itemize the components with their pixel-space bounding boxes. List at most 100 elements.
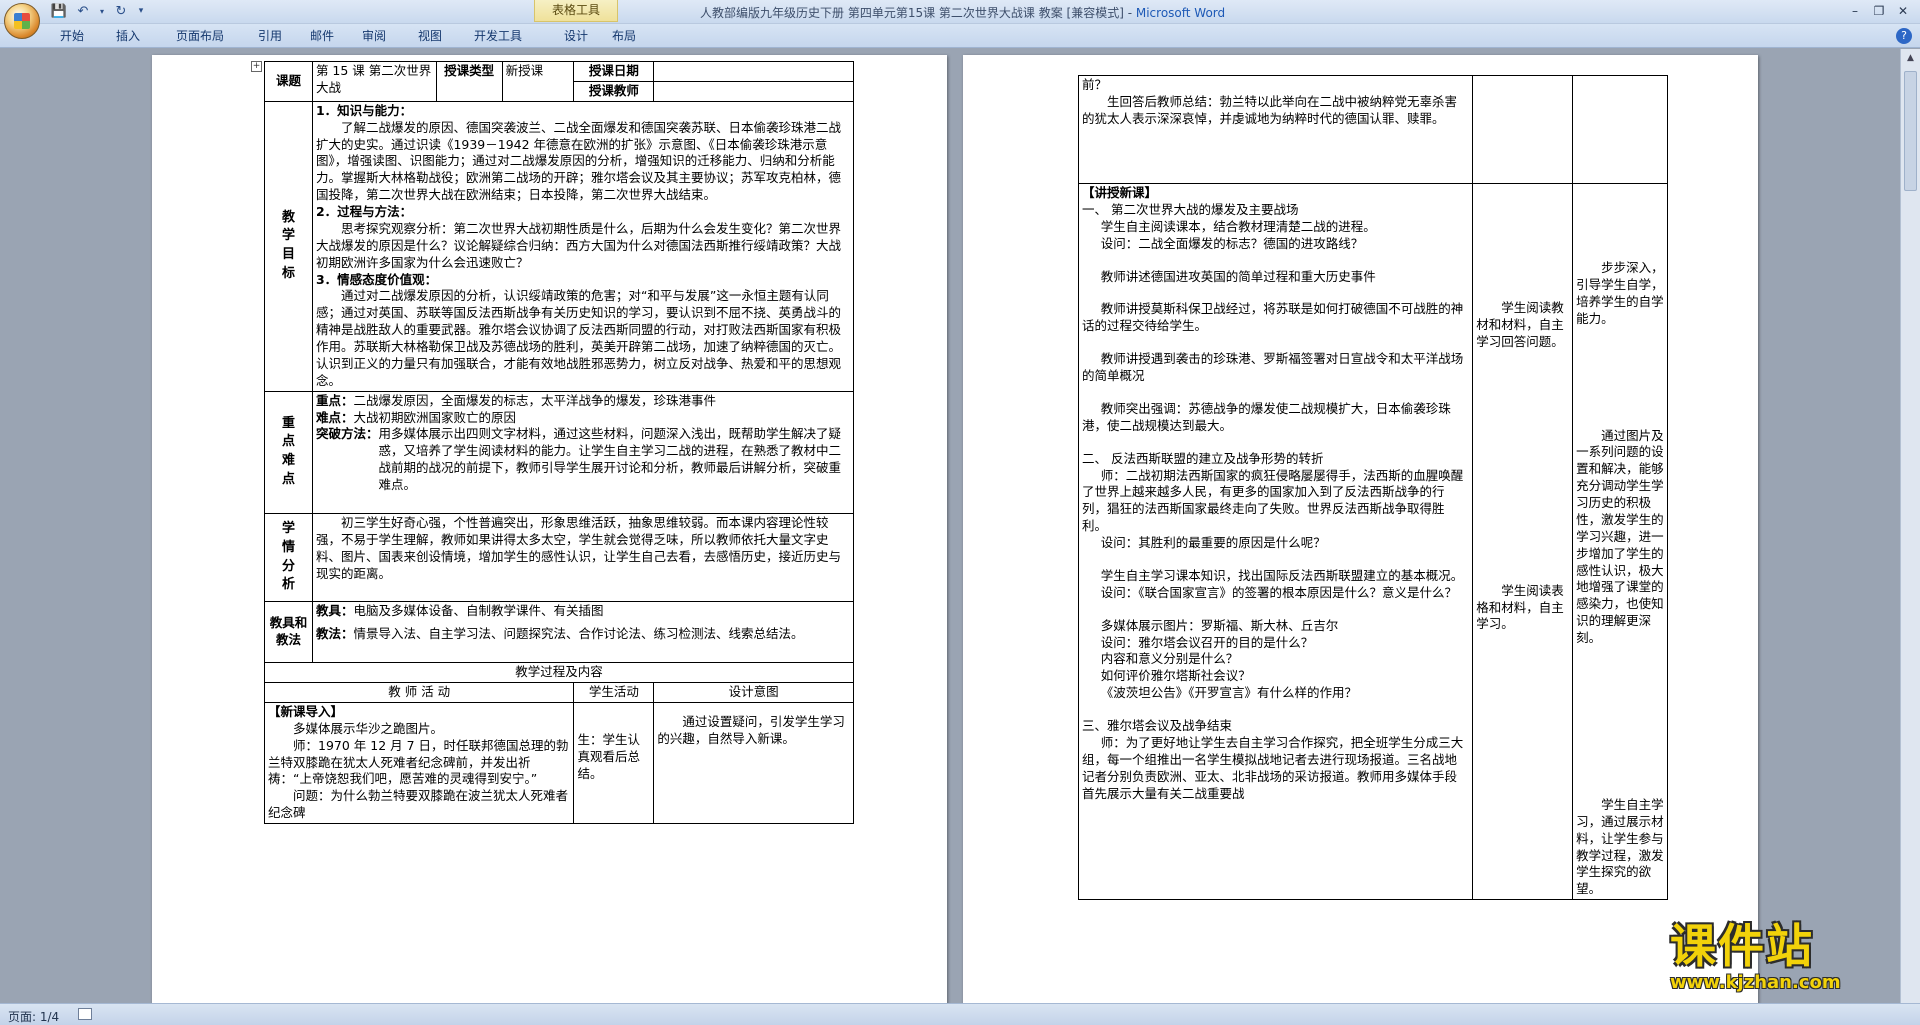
objectives-content: 1．知识与能力： 了解二战爆发的原因、德国突袭波兰、二战全面爆发和德国突袭苏联、… <box>311 100 855 392</box>
continued-teacher-cell: 前？ 生回答后教师总结：勃兰特以此举向在二战中被纳粹党无辜杀害的犹太人表示深深哀… <box>1077 75 1474 184</box>
objectives-row: 教学目标 1．知识与能力： 了解二战爆发的原因、德国突袭波兰、二战全面爆发和德国… <box>264 100 855 392</box>
lesson-plan-table: 课题 第 15 课 第二次世界大战 授课类型 新授课 授课日期 授课教师 教学目… <box>263 61 855 825</box>
teaching-lines: 一、 第二次世界大战的爆发及主要战场 学生自主阅读课本，结合教材理清楚二战的进程。… <box>1082 202 1469 803</box>
process-title-row: 教学过程及内容 <box>264 662 854 683</box>
undo-dropdown-icon[interactable]: ▾ <box>98 3 106 19</box>
lesson-title: 第 15 课 第二次世界大战 <box>311 61 437 102</box>
objective-text-1: 了解二战爆发的原因、德国突袭波兰、二战全面爆发和德国突袭苏联、日本偷袭珍珠港二战… <box>315 119 841 203</box>
blank-paragraph <box>316 494 850 512</box>
table-tools-context-label: 表格工具 <box>534 0 618 22</box>
page-count[interactable]: 页面: 1/4 <box>8 1008 59 1025</box>
save-icon[interactable]: 💾 <box>50 3 68 19</box>
intro-student-text: 生：学生认真观看后总结。 <box>577 731 640 781</box>
method-label: 突破方法： <box>315 426 379 442</box>
intro-intent-cell: 通过设置疑问，引发学生学习的兴趣，自然导入新课。 <box>653 701 854 825</box>
blank-paragraph <box>1082 385 1469 401</box>
tab-insert[interactable]: 插入 <box>104 27 172 45</box>
keypoints-content: 重点：二战爆发原因，全面爆发的标志，太平洋战争的爆发，珍珠港事件 难点：大战初期… <box>311 390 855 514</box>
document-title-text: 人教部编版九年级历史下册 第四单元第15课 第二次世界大战课 教案 [兼容模式]… <box>700 6 1136 20</box>
blank-paragraph <box>1082 702 1469 718</box>
minimize-icon[interactable]: – <box>1844 2 1866 20</box>
teaching-line: 教师突出强调：苏德战争的爆发使二战规模扩大，日本偷袭珍珠港，使二战规模达到最大。 <box>1082 400 1451 433</box>
lesson-plan-table-continued: 前？ 生回答后教师总结：勃兰特以此举向在二战中被纳粹党无辜杀害的犹太人表示深深哀… <box>1077 75 1668 901</box>
method-text: 用多媒体展示出四则文字材料，通过这些材料，问题深入浅出，既帮助学生解决了疑惑，又… <box>378 426 841 492</box>
teaching-line: 学生自主学习课本知识，找出国际反法西斯联盟建立的基本概况。 <box>1100 567 1464 583</box>
page-1: 课题 第 15 课 第二次世界大战 授课类型 新授课 授课日期 授课教师 教学目… <box>152 55 947 1015</box>
analysis-text: 初三学生好奇心强，个性普遍突出，形象思维活跃，抽象思维较弱。而本课内容理论性较强… <box>315 514 841 581</box>
tools-row: 教具和教法 教具：电脑及多媒体设备、自制教学课件、有关插图 教法：情景导入法、自… <box>264 601 855 664</box>
tools-label: 教具和教法 <box>269 615 308 648</box>
col-teacher-activity: 教 师 活 动 <box>263 682 575 703</box>
student-activity-b: 学生阅读表格和材料，自主学习。 <box>1476 582 1564 632</box>
quick-access-toolbar: 💾 ↶ ▾ ↻ ▾ <box>50 3 146 19</box>
tab-references[interactable]: 引用 <box>252 27 308 45</box>
intro-row: 【新课导入】 多媒体展示华沙之跪图片。 师：1970 年 12 月 7 日，时任… <box>263 701 854 825</box>
intro-line: 师：1970 年 12 月 7 日，时任联邦德国总理的勃兰特双膝跪在犹太人死难者… <box>268 737 569 787</box>
close-icon[interactable]: ✕ <box>1892 2 1914 20</box>
teaching-line: 内容和意义分别是什么？ <box>1100 651 1239 667</box>
blank-paragraph <box>1082 285 1469 301</box>
tab-review[interactable]: 审阅 <box>360 27 414 45</box>
scrollbar-thumb[interactable] <box>1904 71 1917 191</box>
teaching-line: 设问：雅尔塔会议召开的目的是什么？ <box>1100 634 1314 650</box>
type-label: 授课类型 <box>435 61 503 102</box>
redo-icon[interactable]: ↻ <box>112 3 130 19</box>
teaching-methods-label: 教法： <box>315 626 354 642</box>
process-title: 教学过程及内容 <box>264 662 854 683</box>
tab-mailings[interactable]: 邮件 <box>308 27 360 45</box>
intro-line: 问题：为什么勃兰特要双膝跪在波兰犹太人死难者纪念碑 <box>268 788 569 821</box>
help-icon[interactable]: ? <box>1896 28 1912 44</box>
continued-line: 前？ <box>1082 77 1108 92</box>
customize-qat-icon[interactable]: ▾ <box>136 3 146 19</box>
tools-label-cell: 教具和教法 <box>264 601 313 664</box>
scroll-up-icon[interactable]: ▲ <box>1901 49 1920 67</box>
teaching-teacher-cell: 【讲授新课】 一、 第二次世界大战的爆发及主要战场 学生自主阅读课本，结合教材理清… <box>1077 182 1474 901</box>
teaching-row: 【讲授新课】 一、 第二次世界大战的爆发及主要战场 学生自主阅读课本，结合教材理清… <box>1077 182 1668 901</box>
blank-paragraph <box>1082 335 1469 351</box>
undo-icon[interactable]: ↶ <box>74 3 92 19</box>
blank-paragraph <box>1082 602 1469 618</box>
teaching-line: 教师讲授遇到袭击的珍珠港、罗斯福签署对日宣战令和太平洋战场的简单概况 <box>1082 351 1464 383</box>
teacher-value[interactable] <box>653 80 854 102</box>
tab-developer[interactable]: 开发工具 <box>470 27 556 45</box>
date-value[interactable] <box>653 61 854 82</box>
difficulty-text: 大战初期欧洲国家败亡的原因 <box>353 409 516 425</box>
key-label: 重点： <box>315 392 354 408</box>
teaching-heading: 【讲授新课】 <box>1082 185 1158 200</box>
teaching-line: 学生自主阅读课本，结合教材理清楚二战的进程。 <box>1100 218 1376 234</box>
tab-page-layout[interactable]: 页面布局 <box>172 27 252 45</box>
analysis-label: 学情分析 <box>281 520 295 593</box>
blank-paragraph <box>316 643 850 661</box>
table-move-handle-icon[interactable]: + <box>251 61 262 72</box>
teaching-line: 设问：《联合国家宣言》的签署的根本原因是什么？意义是什么？ <box>1100 584 1458 600</box>
objectives-label: 教学目标 <box>281 209 295 282</box>
tab-view[interactable]: 视图 <box>414 27 470 45</box>
analysis-content: 初三学生好奇心强，个性普遍突出，形象思维活跃，抽象思维较弱。而本课内容理论性较强… <box>311 512 855 603</box>
continued-row: 前？ 生回答后教师总结：勃兰特以此举向在二战中被纳粹党无辜杀害的犹太人表示深深哀… <box>1077 75 1668 184</box>
col-design-intent: 设计意图 <box>653 682 854 703</box>
date-label: 授课日期 <box>573 61 655 82</box>
restore-icon[interactable]: ❐ <box>1868 2 1890 20</box>
continued-intent-cell <box>1572 75 1668 184</box>
intro-line: 多媒体展示华沙之跪图片。 <box>293 720 444 736</box>
vertical-scrollbar[interactable]: ▲ <box>1900 49 1920 1003</box>
teaching-line: 三、雅尔塔会议及战争结束 <box>1082 718 1233 733</box>
objective-heading-3: 3．情感态度价值观： <box>315 271 438 287</box>
teaching-methods-text: 情景导入法、自主学习法、问题探究法、合作讨论法、练习检测法、线索总结法。 <box>353 626 804 642</box>
teaching-line: 如何评价雅尔塔斯社会议？ <box>1100 668 1251 684</box>
proofing-icon[interactable] <box>78 1008 92 1020</box>
tab-table-design[interactable]: 设计 <box>556 27 610 45</box>
ribbon-tabs: 开始 插入 页面布局 引用 邮件 审阅 视图 开发工具 设计 布局 <box>60 27 662 45</box>
tab-table-layout[interactable]: 布局 <box>610 27 662 45</box>
objective-text-2: 思考探究观察分析：第二次世界大战初期性质是什么，后期为什么会发生变化？第二次世界… <box>315 220 841 270</box>
header-row: 课题 第 15 课 第二次世界大战 授课类型 新授课 授课日期 <box>264 61 854 102</box>
lesson-label: 课题 <box>264 61 313 102</box>
objectives-label-cell: 教学目标 <box>264 100 313 392</box>
key-text: 二战爆发原因，全面爆发的标志，太平洋战争的爆发，珍珠港事件 <box>353 392 716 408</box>
student-activity-a: 学生阅读教材和材料，自主学习回答问题。 <box>1476 300 1564 349</box>
tab-home[interactable]: 开始 <box>60 27 104 45</box>
office-button[interactable] <box>4 3 40 39</box>
intro-teacher-cell: 【新课导入】 多媒体展示华沙之跪图片。 师：1970 年 12 月 7 日，时任… <box>263 701 575 825</box>
teaching-line: 教师讲述德国进攻英国的简单过程和重大历史事件 <box>1100 268 1376 284</box>
blank-paragraph <box>316 582 850 600</box>
